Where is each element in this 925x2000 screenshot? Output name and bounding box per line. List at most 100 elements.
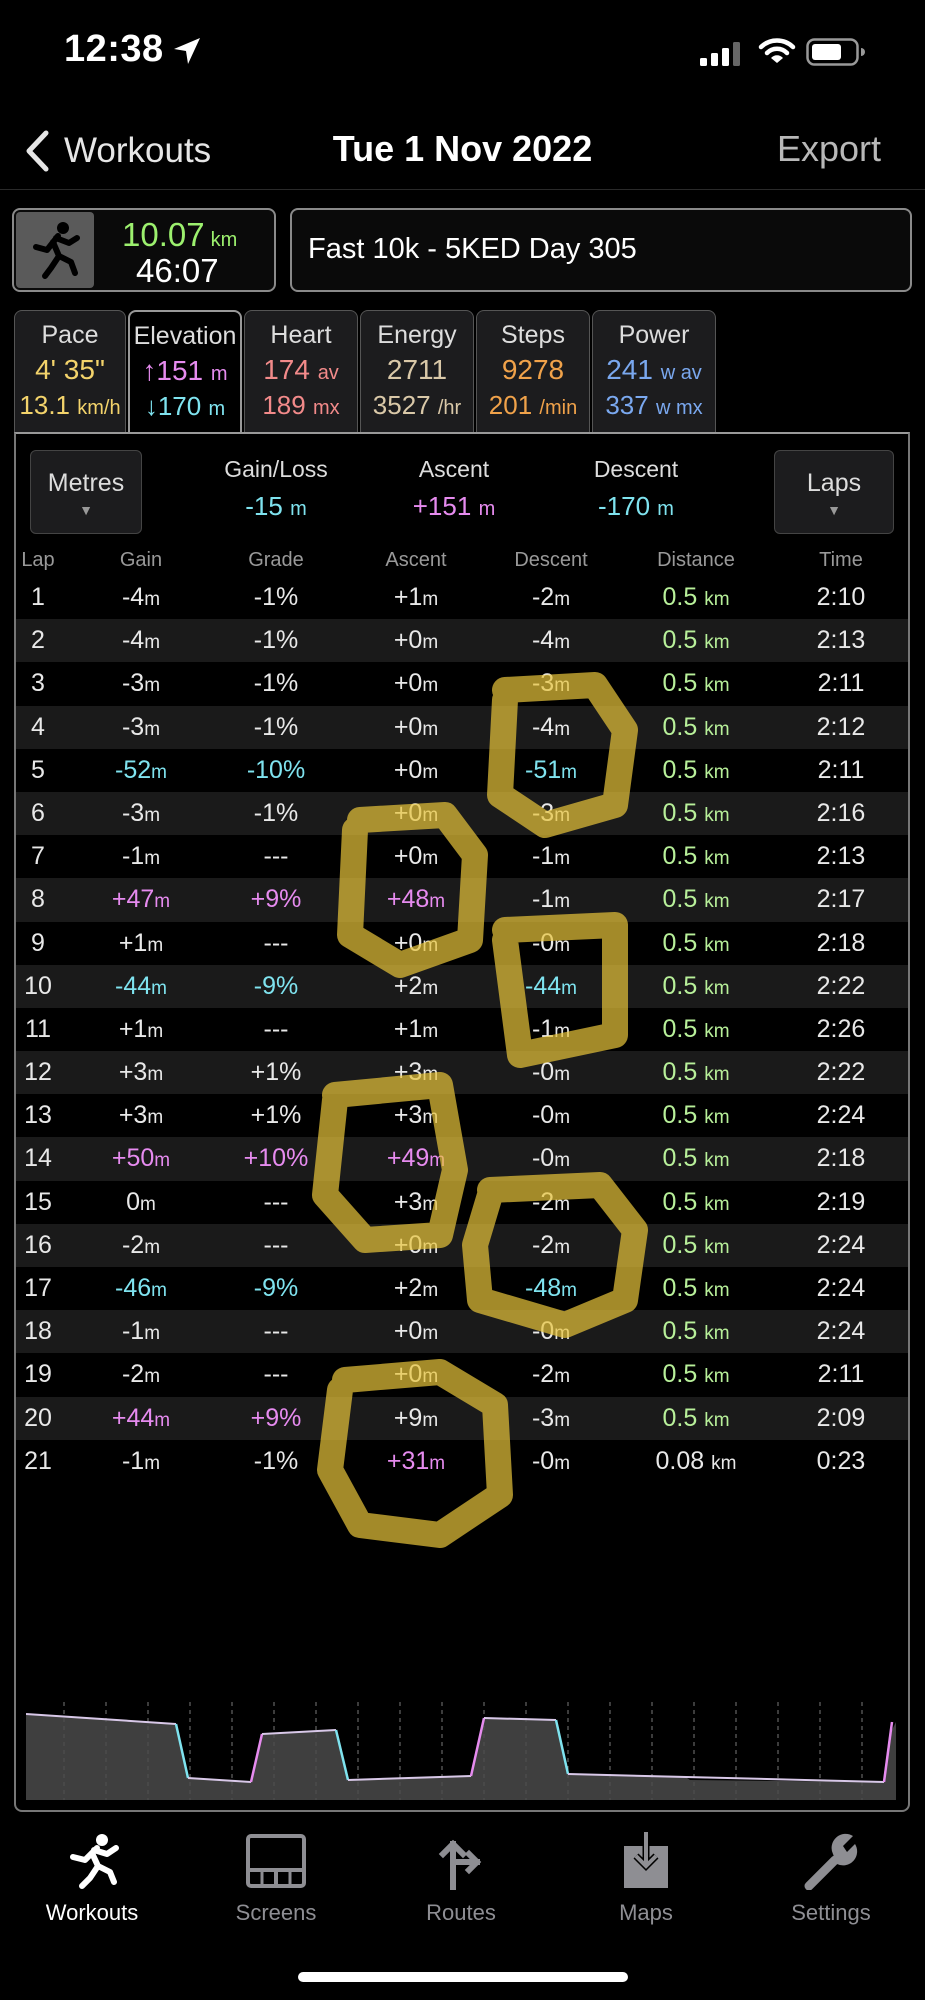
column-header: Gain <box>119 549 163 571</box>
cell-descent: -3m <box>531 669 571 698</box>
workout-title-field[interactable]: Fast 10k - 5KED Day 305 <box>290 208 912 292</box>
workout-title: Fast 10k - 5KED Day 305 <box>308 233 637 265</box>
maps-download-icon <box>624 1832 668 1888</box>
workout-summary[interactable]: 10.07 km 46:07 <box>12 208 276 292</box>
table-row[interactable]: 19 -2m --- +0m -2m 0.5 km 2:11 <box>16 1353 908 1396</box>
cell-grade: --- <box>263 1317 289 1346</box>
cell-distance: 0.5 km <box>662 1274 730 1302</box>
table-row[interactable]: 1 -4m -1% +1m -2m 0.5 km 2:10 <box>16 576 908 619</box>
cell-grade: --- <box>263 1187 289 1216</box>
cell-gain: -3m <box>121 669 161 698</box>
cell-lap: 14 <box>24 1144 52 1173</box>
table-row[interactable]: 6 -3m -1% +0m -3m 0.5 km 2:16 <box>16 791 908 836</box>
cell-lap: 12 <box>24 1058 52 1087</box>
table-row[interactable]: 4 -3m -1% +0m -4m 0.5 km 2:12 <box>16 705 908 749</box>
wifi-icon <box>758 38 796 63</box>
table-row[interactable]: 13 +3m +1% +3m -0m 0.5 km 2:24 <box>16 1094 908 1137</box>
table-row[interactable]: 2 -4m -1% +0m -4m 0.5 km 2:13 <box>16 619 908 663</box>
table-row[interactable]: 7 -1m --- +0m -1m 0.5 km 2:13 <box>16 835 908 878</box>
cell-lap: 7 <box>31 842 45 871</box>
tab-value-2: ↓170 m <box>144 391 226 421</box>
table-row[interactable]: 10 -44m -9% +2m -44m 0.5 km 2:22 <box>16 964 908 1008</box>
table-row[interactable]: 20 +44m +9% +9m -3m 0.5 km 2:09 <box>16 1396 908 1440</box>
laps-selector[interactable]: Laps ▼ <box>774 450 894 534</box>
workout-type-badge <box>16 212 94 288</box>
tab-value-2: 337 w mx <box>605 390 703 420</box>
cell-grade: +10% <box>243 1144 309 1173</box>
table-row[interactable]: 14 +50m +10% +49m -0m 0.5 km 2:18 <box>16 1137 908 1181</box>
cell-time: 2:19 <box>816 1187 866 1216</box>
cell-ascent: +0m <box>393 626 439 655</box>
cell-distance: 0.5 km <box>662 1403 730 1432</box>
cell-grade: --- <box>263 928 289 957</box>
bottom-tab-bar: Workouts Screens Routes Maps Settings <box>0 1820 925 1930</box>
cell-descent: -1m <box>531 1014 571 1043</box>
cell-lap: 13 <box>24 1101 52 1130</box>
cell-lap: 18 <box>24 1317 52 1346</box>
tab-pace[interactable]: Pace 4' 35" 13.1 km/h <box>14 310 126 434</box>
cell-grade: --- <box>263 842 289 871</box>
tab-label: Energy <box>377 321 457 349</box>
cell-time: 2:22 <box>816 971 866 1000</box>
home-indicator[interactable] <box>298 1972 628 1982</box>
cell-time: 2:26 <box>816 1014 866 1043</box>
table-row[interactable]: 16 -2m --- +0m -2m 0.5 km 2:24 <box>16 1223 908 1267</box>
cell-ascent: +0m <box>393 712 439 741</box>
tabbar-label: Settings <box>791 1900 871 1925</box>
table-row[interactable]: 18 -1m --- +0m -0m 0.5 km 2:24 <box>16 1310 908 1354</box>
cell-ascent: +49m <box>386 1144 446 1173</box>
cell-lap: 3 <box>31 669 45 698</box>
cell-descent: -2m <box>531 1360 571 1389</box>
cell-distance: 0.5 km <box>662 1187 730 1216</box>
cell-ascent: +0m <box>393 669 439 698</box>
cell-lap: 21 <box>24 1446 52 1475</box>
cell-gain: -3m <box>121 798 161 827</box>
table-row[interactable]: 5 -52m -10% +0m -51m 0.5 km 2:11 <box>16 749 908 792</box>
cell-grade: --- <box>263 1230 289 1259</box>
tabbar-settings[interactable]: Settings <box>756 1832 906 1926</box>
tabbar-screens[interactable]: Screens <box>201 1832 351 1926</box>
table-row[interactable]: 21 -1m -1% +31m -0m 0.08 km 0:23 <box>16 1440 908 1483</box>
table-row[interactable]: 12 +3m +1% +3m -0m 0.5 km 2:22 <box>16 1051 908 1095</box>
cell-time: 2:16 <box>816 798 866 827</box>
column-header: Grade <box>248 549 304 571</box>
battery-icon <box>806 38 865 66</box>
table-row[interactable]: 11 +1m --- +1m -1m 0.5 km 2:26 <box>16 1008 908 1051</box>
tab-elevation[interactable]: Elevation ↑151 m ↓170 m <box>128 310 242 436</box>
cell-distance: 0.5 km <box>662 798 730 827</box>
column-header: Lap <box>21 549 55 571</box>
tab-energy[interactable]: Energy 2711 3527 /hr <box>360 310 474 434</box>
elevation-profile-chart[interactable] <box>26 1702 902 1800</box>
tab-value-1: ↑151 m <box>142 355 228 386</box>
table-row[interactable]: 8 +47m +9% +48m -1m 0.5 km 2:17 <box>16 878 908 922</box>
cell-time: 2:24 <box>816 1274 866 1302</box>
summary-distance: 10.07 km <box>122 216 237 254</box>
units-selector[interactable]: Metres ▼ <box>30 450 142 534</box>
cell-ascent: +0m <box>393 842 439 871</box>
cell-time: 2:11 <box>817 669 865 698</box>
tabbar-maps[interactable]: Maps <box>571 1832 721 1926</box>
tabbar-routes[interactable]: Routes <box>386 1832 536 1926</box>
cell-grade: -1% <box>253 669 299 698</box>
cell-lap: 11 <box>25 1014 51 1043</box>
cell-lap: 1 <box>31 583 45 611</box>
table-row[interactable]: 3 -3m -1% +0m -3m 0.5 km 2:11 <box>16 662 908 705</box>
cell-descent: -4m <box>531 712 571 741</box>
tab-steps[interactable]: Steps 9278 201 /min <box>476 310 590 434</box>
cell-gain: +50m <box>111 1144 171 1173</box>
laps-label: Laps <box>806 469 862 497</box>
wrench-icon <box>804 1833 858 1890</box>
cell-distance: 0.5 km <box>662 626 730 655</box>
column-header: Descent <box>514 549 588 571</box>
tab-power[interactable]: Power 241 w av 337 w mx <box>592 310 716 434</box>
tab-heart[interactable]: Heart 174 av 189 mx <box>244 310 358 434</box>
table-row[interactable]: 15 0m --- +3m -2m 0.5 km 2:19 <box>16 1181 908 1224</box>
table-row[interactable]: 17 -46m -9% +2m -48m 0.5 km 2:24 <box>16 1267 908 1310</box>
tab-value-2: 13.1 km/h <box>19 390 121 420</box>
cell-lap: 5 <box>31 755 45 784</box>
cell-gain: -52m <box>115 755 167 784</box>
table-row[interactable]: 9 +1m --- +0m -0m 0.5 km 2:18 <box>16 922 908 965</box>
cell-ascent: +1m <box>393 583 439 611</box>
export-button[interactable]: Export <box>777 128 881 170</box>
tabbar-workouts[interactable]: Workouts <box>17 1832 167 1926</box>
